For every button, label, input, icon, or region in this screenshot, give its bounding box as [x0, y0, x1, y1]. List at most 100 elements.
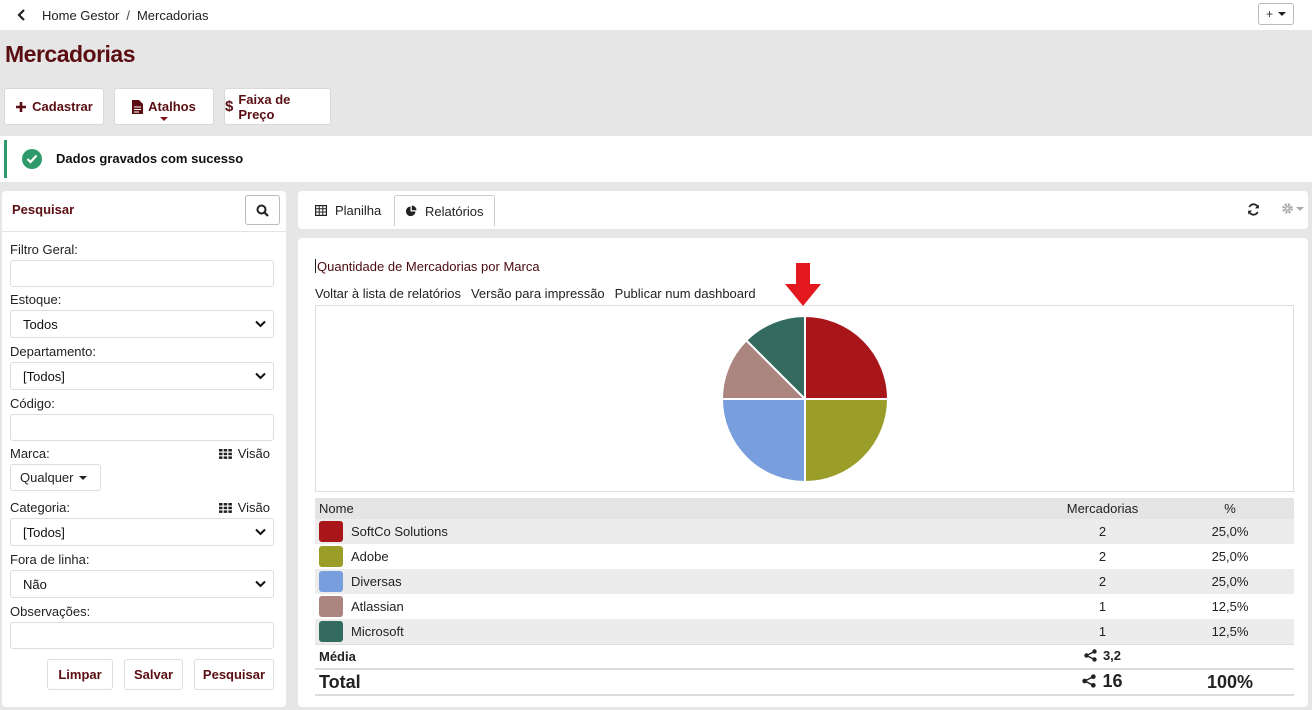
success-alert: Dados gravados com sucesso — [0, 136, 1312, 182]
impressao-link[interactable]: Versão para impressão — [471, 286, 605, 301]
chevron-down-icon — [255, 320, 266, 328]
refresh-icon[interactable] — [1247, 203, 1260, 219]
row-mercadorias: 2 — [1098, 524, 1107, 539]
fora-linha-select[interactable]: Não — [10, 570, 274, 598]
chevron-down-icon — [255, 372, 266, 380]
report-table: Nome Mercadorias % SoftCo Solutions 2 25,0… — [315, 498, 1294, 696]
table-row: Microsoft 1 12,5% — [315, 619, 1294, 644]
row-nome: Microsoft — [351, 624, 404, 639]
departamento-select[interactable]: [Todos] — [10, 362, 274, 390]
breadcrumb-home[interactable]: Home Gestor — [42, 8, 119, 23]
total-pct: 100% — [1206, 671, 1254, 692]
tab-planilha[interactable]: Planilha — [305, 195, 391, 226]
color-swatch — [319, 621, 343, 642]
cadastrar-button[interactable]: Cadastrar — [4, 88, 104, 125]
caret-down-icon — [79, 475, 88, 480]
observacoes-input[interactable] — [10, 622, 274, 649]
media-value: 3,2 — [1102, 648, 1122, 663]
total-value: 16 — [1102, 670, 1123, 691]
plus-icon: + — [1265, 7, 1273, 21]
publicar-link[interactable]: Publicar num dashboard — [615, 286, 756, 301]
categoria-visao-toggle[interactable]: Visão — [218, 500, 270, 515]
grid-icon — [218, 502, 232, 513]
breadcrumb-separator: / — [126, 7, 130, 23]
color-swatch — [319, 546, 343, 567]
fora-linha-value: Não — [23, 576, 47, 592]
departamento-label: Departamento: — [10, 344, 96, 359]
atalhos-button[interactable]: Atalhos — [114, 88, 214, 125]
media-row: Média 3,2 — [315, 644, 1294, 668]
filtro-geral-input[interactable] — [10, 260, 274, 287]
categoria-value: [Todos] — [23, 524, 65, 540]
marca-label: Marca: — [10, 446, 50, 461]
report-title-text: Quantidade de Mercadorias por Marca — [317, 259, 540, 274]
alert-accent-bar — [4, 140, 7, 178]
row-mercadorias: 1 — [1098, 624, 1107, 639]
breadcrumb: Home Gestor / Mercadorias — [42, 8, 208, 23]
caret-down-icon — [160, 117, 168, 121]
pie-slice-diversas[interactable] — [720, 398, 806, 484]
pie-chart-icon — [405, 205, 417, 217]
report-links: Voltar à lista de relatórios Versão para… — [315, 286, 756, 301]
grid-icon — [218, 448, 232, 459]
tabs-bar: Planilha Relatórios — [298, 191, 1308, 229]
salvar-button[interactable]: Salvar — [124, 659, 183, 690]
estoque-value: Todos — [23, 316, 58, 332]
pie-slice-adobe[interactable] — [804, 398, 890, 484]
row-nome: Diversas — [351, 574, 402, 589]
categoria-select[interactable]: [Todos] — [10, 518, 274, 546]
red-arrow-indicator — [785, 263, 821, 306]
share-icon[interactable] — [1082, 674, 1097, 688]
breadcrumb-current: Mercadorias — [136, 7, 209, 23]
gear-icon[interactable] — [1281, 202, 1304, 215]
add-menu-button[interactable]: + — [1258, 3, 1294, 25]
header-mercadorias: Mercadorias — [1066, 501, 1139, 516]
tab-relatorios[interactable]: Relatórios — [394, 195, 495, 226]
row-mercadorias: 2 — [1098, 574, 1107, 589]
table-row: Adobe 2 25,0% — [315, 544, 1294, 569]
header-nome: Nome — [319, 501, 354, 516]
chevron-left-icon[interactable] — [14, 7, 30, 23]
search-icon — [256, 204, 269, 217]
row-pct: 25,0% — [1211, 549, 1249, 564]
share-icon[interactable] — [1084, 649, 1097, 662]
marca-dropdown[interactable]: Qualquer — [10, 464, 101, 491]
plus-icon — [16, 101, 27, 112]
page-title: Mercadorias — [5, 41, 136, 67]
row-nome: Atlassian — [351, 599, 404, 614]
text-cursor — [315, 259, 316, 273]
faixa-preco-button[interactable]: $ Faixa de Preço — [224, 88, 331, 125]
chart-container — [315, 305, 1294, 492]
chevron-down-icon — [255, 580, 266, 588]
search-button[interactable] — [245, 195, 280, 225]
codigo-label: Código: — [10, 396, 55, 411]
estoque-select[interactable]: Todos — [10, 310, 274, 338]
fora-linha-label: Fora de linha: — [10, 552, 90, 567]
tab-relatorios-label: Relatórios — [425, 203, 484, 219]
visao-label: Visão — [237, 446, 270, 461]
chevron-down-icon — [255, 528, 266, 536]
atalhos-label: Atalhos — [148, 99, 196, 114]
row-pct: 12,5% — [1211, 624, 1249, 639]
limpar-button[interactable]: Limpar — [47, 659, 113, 690]
color-swatch — [319, 571, 343, 592]
divider — [2, 231, 286, 232]
pie-slice-softco-solutions[interactable] — [804, 314, 890, 400]
total-row: Total 16 100% — [315, 668, 1294, 696]
voltar-link[interactable]: Voltar à lista de relatórios — [315, 286, 461, 301]
faixa-preco-label: Faixa de Preço — [238, 91, 291, 122]
table-header: Nome Mercadorias % — [315, 498, 1294, 519]
marca-visao-toggle[interactable]: Visão — [218, 446, 270, 461]
codigo-input[interactable] — [10, 414, 274, 441]
row-pct: 25,0% — [1211, 574, 1249, 589]
cadastrar-label: Cadastrar — [32, 99, 93, 114]
table-icon — [315, 205, 327, 216]
table-row: Diversas 2 25,0% — [315, 569, 1294, 594]
color-swatch — [319, 596, 343, 617]
observacoes-label: Observações: — [10, 604, 91, 619]
row-pct: 25,0% — [1211, 524, 1249, 539]
dollar-icon: $ — [225, 98, 234, 115]
pesquisar-button[interactable]: Pesquisar — [194, 659, 274, 690]
search-panel: Pesquisar Filtro Geral: Estoque: Todos D… — [2, 191, 286, 707]
top-bar: Home Gestor / Mercadorias + — [0, 0, 1312, 30]
